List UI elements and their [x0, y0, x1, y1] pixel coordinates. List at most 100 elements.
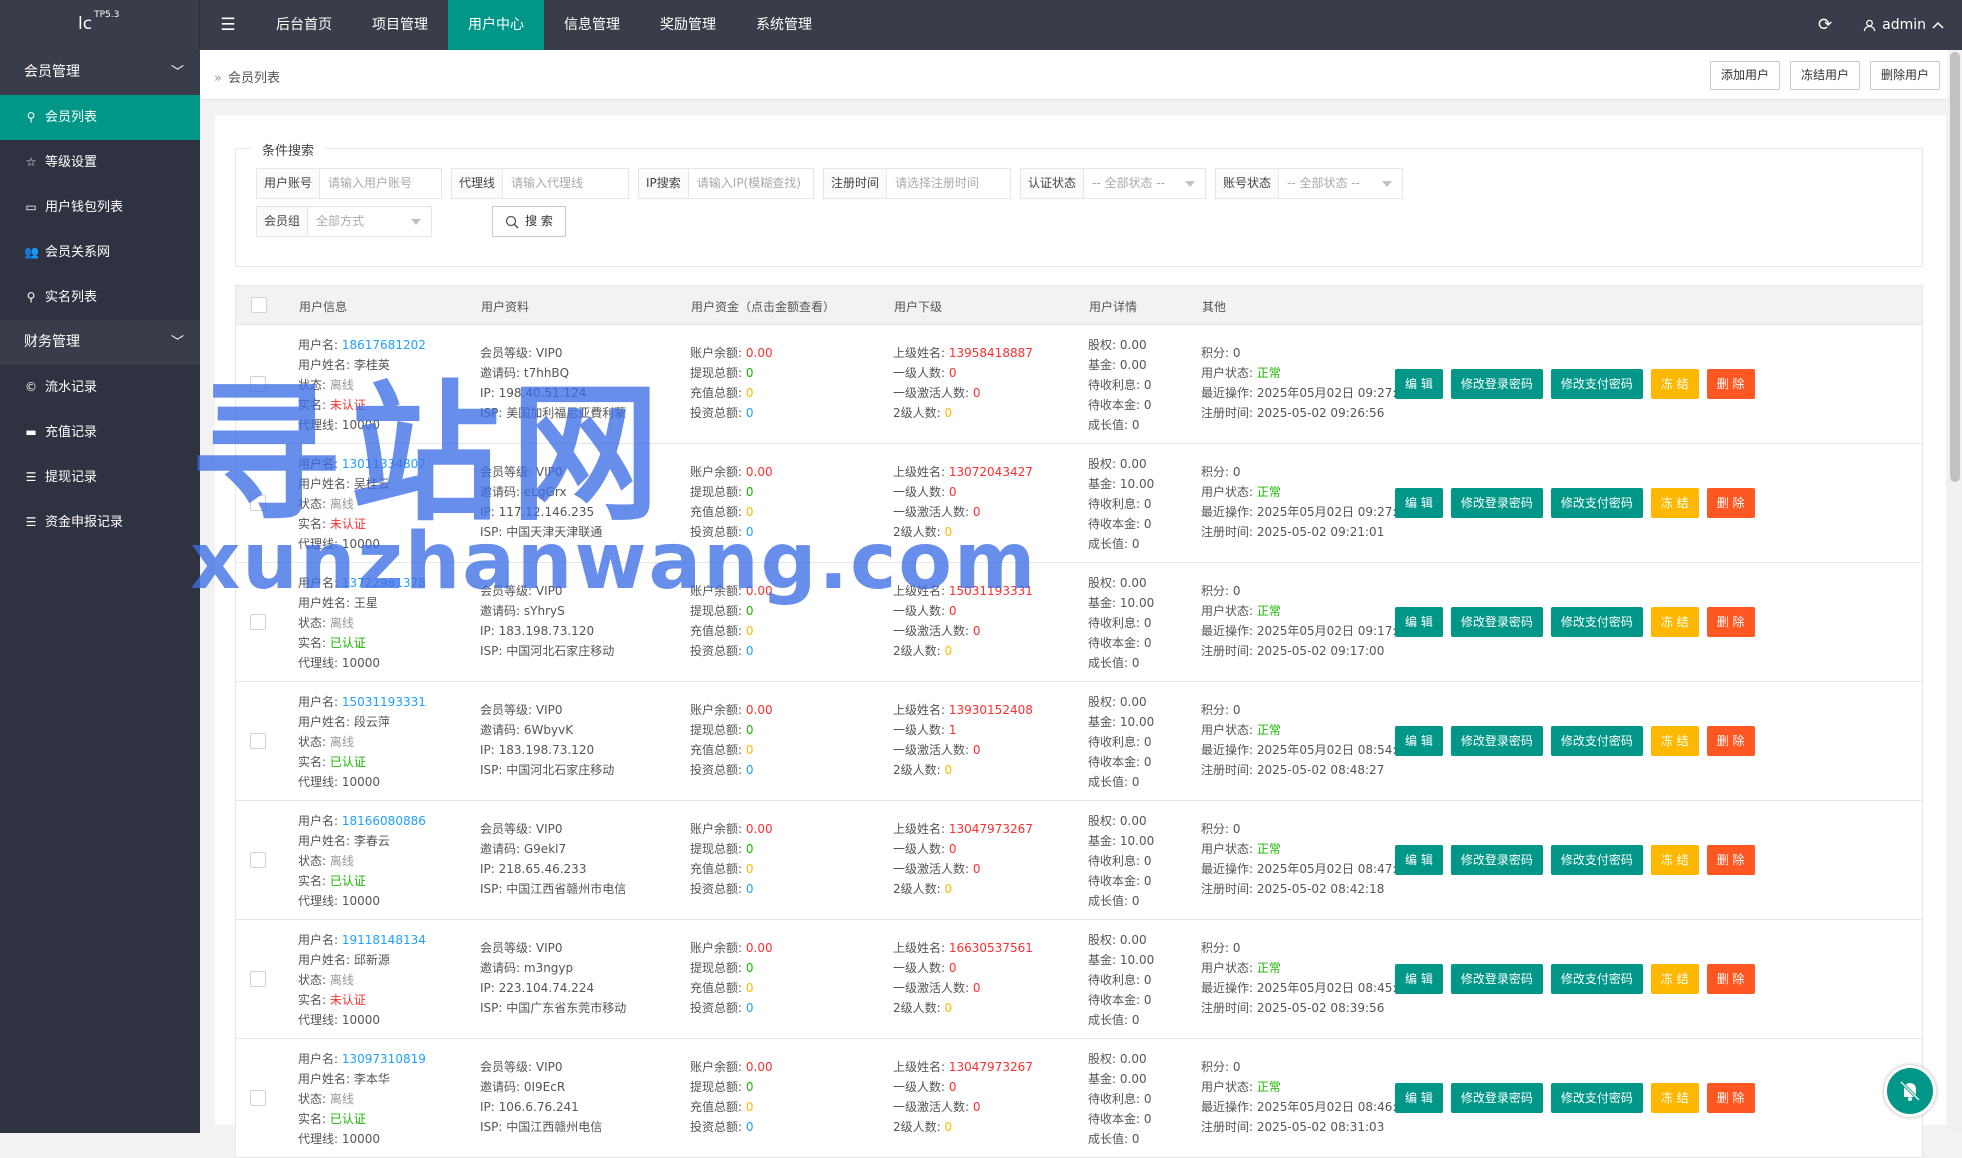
delete-button[interactable]: 删 除 [1706, 607, 1755, 637]
row-checkbox[interactable] [250, 852, 266, 868]
change-login-password-button[interactable]: 修改登录密码 [1450, 1083, 1543, 1113]
row-checkbox[interactable] [250, 376, 266, 392]
invest-value[interactable]: 0 [746, 763, 754, 777]
menu-toggle-icon[interactable]: ☰ [200, 0, 256, 50]
auth-status-select[interactable]: -- 全部状态 -- [1084, 169, 1205, 198]
invest-value[interactable]: 0 [746, 644, 754, 658]
ip-input[interactable]: 请输入IP(模糊查找) [689, 169, 813, 198]
sidebar-item-recharge-records[interactable]: ▬ 充值记录 [0, 410, 200, 455]
username-value[interactable]: 13097310819 [342, 1052, 426, 1066]
sidebar-item-level-settings[interactable]: ☆ 等级设置 [0, 140, 200, 185]
freeze-button[interactable]: 冻 结 [1650, 964, 1699, 994]
app-logo[interactable]: lc TP5.3 [0, 0, 200, 50]
delete-user-button[interactable]: 删除用户 [1869, 61, 1940, 90]
row-checkbox[interactable] [250, 1090, 266, 1106]
change-pay-password-button[interactable]: 修改支付密码 [1550, 369, 1643, 399]
change-login-password-button[interactable]: 修改登录密码 [1450, 964, 1543, 994]
change-pay-password-button[interactable]: 修改支付密码 [1550, 726, 1643, 756]
freeze-button[interactable]: 冻 结 [1650, 726, 1699, 756]
sidebar-item-withdraw-records[interactable]: ☰ 提现记录 [0, 455, 200, 500]
username-value[interactable]: 19118148134 [342, 933, 426, 947]
field-line: 充值总额: 0 [690, 383, 773, 403]
agent-input[interactable]: 请输入代理线 [503, 169, 628, 198]
add-user-button[interactable]: 添加用户 [1709, 61, 1780, 90]
sidebar-item-member-list[interactable]: ⚲ 会员列表 [0, 95, 200, 140]
row-checkbox[interactable] [250, 971, 266, 987]
field-label: 实名: [298, 1112, 327, 1126]
edit-button[interactable]: 编 辑 [1395, 369, 1443, 399]
row-checkbox[interactable] [250, 495, 266, 511]
freeze-button[interactable]: 冻 结 [1650, 607, 1699, 637]
change-pay-password-button[interactable]: 修改支付密码 [1550, 845, 1643, 875]
delete-button[interactable]: 删 除 [1706, 726, 1755, 756]
delete-button[interactable]: 删 除 [1706, 845, 1755, 875]
edit-button[interactable]: 编 辑 [1395, 845, 1443, 875]
username-value[interactable]: 15031193331 [342, 695, 426, 709]
row-checkbox[interactable] [250, 614, 266, 630]
last-op-value: 2025年05月02日 08:46:55 [1256, 1100, 1412, 1114]
change-login-password-button[interactable]: 修改登录密码 [1450, 845, 1543, 875]
field-line: 待收利息: 0 [1088, 613, 1154, 633]
topnav-system[interactable]: 系统管理 [736, 0, 832, 50]
row-checkbox[interactable] [250, 733, 266, 749]
change-login-password-button[interactable]: 修改登录密码 [1450, 607, 1543, 637]
change-pay-password-button[interactable]: 修改支付密码 [1550, 964, 1643, 994]
points-value: 0 [1232, 703, 1241, 717]
sidebar-item-wallet-list[interactable]: ▭ 用户钱包列表 [0, 185, 200, 230]
float-action-button[interactable] [1884, 1065, 1936, 1117]
change-pay-password-button[interactable]: 修改支付密码 [1550, 607, 1643, 637]
sidebar-group-finance[interactable]: 财务管理 ﹀ [0, 320, 200, 365]
refresh-icon[interactable]: ⟳ [1805, 15, 1845, 35]
scrollbar-thumb[interactable] [1950, 52, 1960, 482]
edit-button[interactable]: 编 辑 [1395, 607, 1443, 637]
topnav-user-center[interactable]: 用户中心 [448, 0, 544, 50]
member-group-select[interactable]: 全部方式 [308, 207, 431, 236]
topnav-info[interactable]: 信息管理 [544, 0, 640, 50]
topnav-home[interactable]: 后台首页 [256, 0, 352, 50]
fund-value: 10.00 [1119, 834, 1155, 848]
delete-button[interactable]: 删 除 [1706, 488, 1755, 518]
account-status-select[interactable]: -- 全部状态 -- [1279, 169, 1402, 198]
change-pay-password-button[interactable]: 修改支付密码 [1550, 488, 1643, 518]
edit-button[interactable]: 编 辑 [1395, 964, 1443, 994]
sidebar-item-flow-records[interactable]: © 流水记录 [0, 365, 200, 410]
change-login-password-button[interactable]: 修改登录密码 [1450, 488, 1543, 518]
delete-button[interactable]: 删 除 [1706, 1083, 1755, 1113]
freeze-button[interactable]: 冻 结 [1650, 845, 1699, 875]
search-button[interactable]: 搜 索 [492, 206, 566, 237]
freeze-button[interactable]: 冻 结 [1650, 488, 1699, 518]
field-label: 股权: [1088, 1052, 1117, 1066]
change-pay-password-button[interactable]: 修改支付密码 [1550, 1083, 1643, 1113]
sidebar-group-members[interactable]: 会员管理 ﹀ [0, 50, 200, 95]
username-value[interactable]: 13722981378 [342, 576, 426, 590]
regtime-input[interactable]: 请选择注册时间 [887, 169, 1010, 198]
topnav-projects[interactable]: 项目管理 [352, 0, 448, 50]
delete-button[interactable]: 删 除 [1706, 964, 1755, 994]
status-value: 离线 [329, 735, 354, 749]
field-line: 基金: 10.00 [1088, 593, 1154, 613]
edit-button[interactable]: 编 辑 [1395, 1083, 1443, 1113]
invest-value[interactable]: 0 [746, 882, 754, 896]
invest-value[interactable]: 0 [746, 406, 754, 420]
invest-value[interactable]: 0 [746, 525, 754, 539]
username-value[interactable]: 13011334807 [342, 457, 426, 471]
change-login-password-button[interactable]: 修改登录密码 [1450, 369, 1543, 399]
delete-button[interactable]: 删 除 [1706, 369, 1755, 399]
sidebar-item-relations[interactable]: 👥 会员关系网 [0, 230, 200, 275]
edit-button[interactable]: 编 辑 [1395, 488, 1443, 518]
invest-value[interactable]: 0 [746, 1001, 754, 1015]
invest-value[interactable]: 0 [746, 1120, 754, 1134]
admin-menu[interactable]: admin [1863, 17, 1944, 33]
select-all-checkbox[interactable] [251, 297, 267, 313]
edit-button[interactable]: 编 辑 [1395, 726, 1443, 756]
sidebar-item-fund-declare[interactable]: ☰ 资金申报记录 [0, 500, 200, 545]
freeze-button[interactable]: 冻 结 [1650, 369, 1699, 399]
sidebar-item-realname-list[interactable]: ⚲ 实名列表 [0, 275, 200, 320]
change-login-password-button[interactable]: 修改登录密码 [1450, 726, 1543, 756]
topnav-rewards[interactable]: 奖励管理 [640, 0, 736, 50]
username-value[interactable]: 18166080886 [342, 814, 426, 828]
freeze-user-button[interactable]: 冻结用户 [1789, 61, 1860, 90]
account-input[interactable]: 请输入用户账号 [320, 169, 441, 198]
freeze-button[interactable]: 冻 结 [1650, 1083, 1699, 1113]
username-value[interactable]: 18617681202 [342, 338, 426, 352]
